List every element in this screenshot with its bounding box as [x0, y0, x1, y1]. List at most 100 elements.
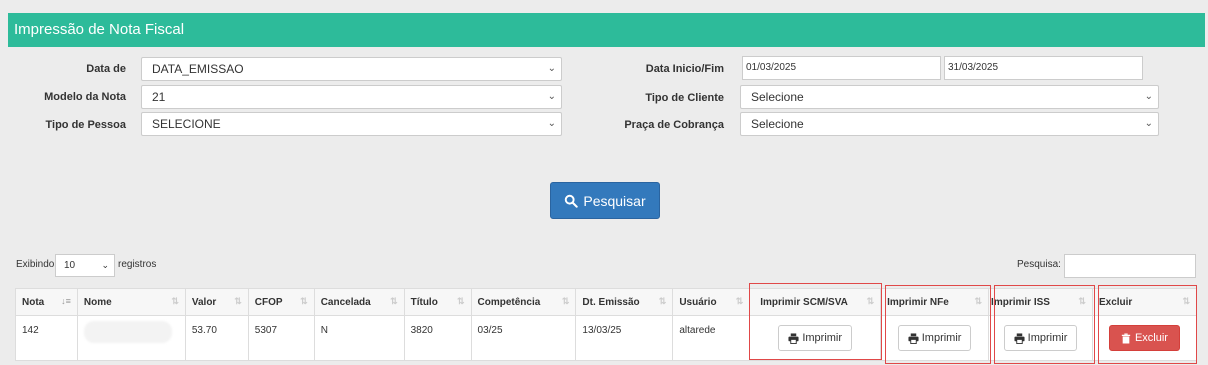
table-search-input[interactable]: [1064, 254, 1196, 278]
page-length-value: 10: [64, 260, 76, 271]
data-fim-input[interactable]: 31/03/2025: [944, 56, 1143, 80]
print-scm-button[interactable]: Imprimir: [778, 325, 853, 351]
th-titulo[interactable]: Título ⇅: [403, 288, 472, 316]
nota-table: Nota ↓≡ Nome ⇅ Valor ⇅ CFOP ⇅ Cancelada ⇅ Tít…: [15, 288, 1198, 361]
th-competencia[interactable]: Competência ⇅: [470, 288, 577, 316]
th-excluir[interactable]: Excluir ⇅: [1091, 288, 1198, 316]
cell-cancelada: N: [313, 315, 405, 361]
label-tipo-cliente: Tipo de Cliente: [645, 92, 724, 104]
redacted-name: [83, 321, 172, 343]
sort-icon: ⇅: [1078, 296, 1086, 306]
th-label: Valor: [191, 296, 217, 308]
page-length-select[interactable]: 10 ⌄: [55, 254, 115, 277]
th-label: Nome: [83, 296, 112, 308]
th-label: Imprimir SCM/SVA: [760, 296, 848, 308]
th-label: Imprimir ISS: [991, 296, 1050, 308]
panel-title: Impressão de Nota Fiscal: [8, 13, 1205, 47]
tipo-pessoa-value: SELECIONE: [152, 117, 221, 131]
delete-button[interactable]: Excluir: [1108, 325, 1180, 351]
print-icon: [1014, 332, 1025, 344]
sort-icon: ⇅: [735, 296, 744, 306]
data-inicio-input[interactable]: 01/03/2025: [742, 56, 941, 80]
cell-imprimir-iss: Imprimir: [988, 315, 1093, 361]
delete-label: Excluir: [1134, 332, 1168, 344]
sort-icon: ⇅: [300, 296, 308, 306]
print-icon: [788, 332, 799, 344]
sort-icon: ⇅: [974, 296, 983, 306]
cell-cfop: 5307: [247, 315, 315, 361]
showing-label: Exibindo: [16, 259, 55, 270]
print-iss-button[interactable]: Imprimir: [1003, 325, 1078, 351]
modelo-select[interactable]: 21 ⌄: [141, 85, 562, 109]
label-praca: Praça de Cobrança: [624, 119, 724, 131]
search-button[interactable]: Pesquisar: [550, 182, 660, 219]
print-icon: [908, 332, 919, 344]
sort-icon: ⇅: [390, 296, 398, 306]
th-imprimir-nfe[interactable]: Imprimir NFe ⇅: [880, 288, 990, 316]
sort-icon: ↓≡: [61, 296, 71, 306]
th-cfop[interactable]: CFOP ⇅: [247, 288, 315, 316]
tipo-cliente-select[interactable]: Selecione ⌄: [740, 85, 1159, 109]
data-de-select[interactable]: DATA_EMISSAO ⌄: [141, 57, 562, 81]
th-label: Título: [410, 296, 438, 308]
modelo-value: 21: [152, 90, 166, 104]
th-label: Competência: [477, 296, 541, 308]
praca-value: Selecione: [751, 117, 804, 131]
sort-icon: ⇅: [866, 296, 875, 306]
search-icon: [565, 194, 579, 208]
cell-imprimir-nfe: Imprimir: [880, 315, 990, 361]
label-data-inicio-fim: Data Inicio/Fim: [645, 63, 724, 75]
th-label: Dt. Emissão: [582, 296, 640, 308]
cell-imprimir-scm: Imprimir: [749, 315, 882, 361]
print-scm-label: Imprimir: [802, 332, 843, 344]
records-label: registros: [118, 259, 157, 270]
th-usuario[interactable]: Usuário ⇅: [672, 288, 751, 316]
th-nome[interactable]: Nome ⇅: [76, 288, 186, 316]
cell-valor: 53.70: [184, 315, 249, 361]
label-modelo: Modelo da Nota: [44, 91, 126, 103]
sort-icon: ⇅: [658, 296, 667, 306]
th-emissao[interactable]: Dt. Emissão ⇅: [575, 288, 674, 316]
chevron-down-icon: ⌄: [547, 91, 556, 102]
sort-icon: ⇅: [1182, 296, 1190, 306]
cell-nota: 142: [15, 315, 78, 361]
cell-competencia: 03/25: [470, 315, 577, 361]
th-label: CFOP: [254, 296, 283, 308]
chevron-down-icon: ⌄: [1144, 118, 1153, 129]
cell-emissao: 13/03/25: [575, 315, 674, 361]
chevron-down-icon: ⌄: [1144, 91, 1153, 102]
th-nota[interactable]: Nota ↓≡: [15, 288, 78, 316]
print-nfe-label: Imprimir: [921, 332, 962, 344]
th-label: Usuário: [679, 296, 717, 308]
sort-icon: ⇅: [171, 296, 179, 306]
chevron-down-icon: ⌄: [547, 118, 556, 129]
search-label: Pesquisa:: [1017, 259, 1061, 270]
th-imprimir-iss[interactable]: Imprimir ISS ⇅: [988, 288, 1093, 316]
trash-icon: [1121, 333, 1131, 343]
th-label: Cancelada: [320, 296, 371, 308]
th-label: Excluir: [1098, 296, 1133, 308]
cell-nome: [76, 315, 186, 361]
sort-icon: ⇅: [456, 296, 465, 306]
label-data-de: Data de: [86, 63, 126, 75]
chevron-down-icon: ⌄: [547, 63, 556, 74]
data-de-value: DATA_EMISSAO: [152, 62, 244, 76]
table-header-row: Nota ↓≡ Nome ⇅ Valor ⇅ CFOP ⇅ Cancelada ⇅ Tít…: [15, 288, 1198, 316]
th-label: Imprimir NFe: [887, 296, 949, 308]
praca-select[interactable]: Selecione ⌄: [740, 112, 1159, 136]
print-iss-label: Imprimir: [1027, 332, 1068, 344]
sort-icon: ⇅: [561, 296, 570, 306]
print-nfe-button[interactable]: Imprimir: [897, 325, 972, 351]
th-imprimir-scm[interactable]: Imprimir SCM/SVA ⇅: [749, 288, 882, 316]
th-valor[interactable]: Valor ⇅: [184, 288, 249, 316]
tipo-pessoa-select[interactable]: SELECIONE ⌄: [141, 112, 562, 136]
cell-excluir: Excluir: [1091, 315, 1198, 361]
cell-usuario: altarede: [672, 315, 751, 361]
chevron-down-icon: ⌄: [101, 260, 109, 270]
th-label: Nota: [22, 296, 45, 308]
cell-titulo: 3820: [403, 315, 472, 361]
tipo-cliente-value: Selecione: [751, 90, 804, 104]
sort-icon: ⇅: [234, 296, 242, 306]
table-row: 142 53.70 5307 N 3820 03/25 13/03/25 alt…: [15, 315, 1198, 361]
th-cancelada[interactable]: Cancelada ⇅: [313, 288, 405, 316]
